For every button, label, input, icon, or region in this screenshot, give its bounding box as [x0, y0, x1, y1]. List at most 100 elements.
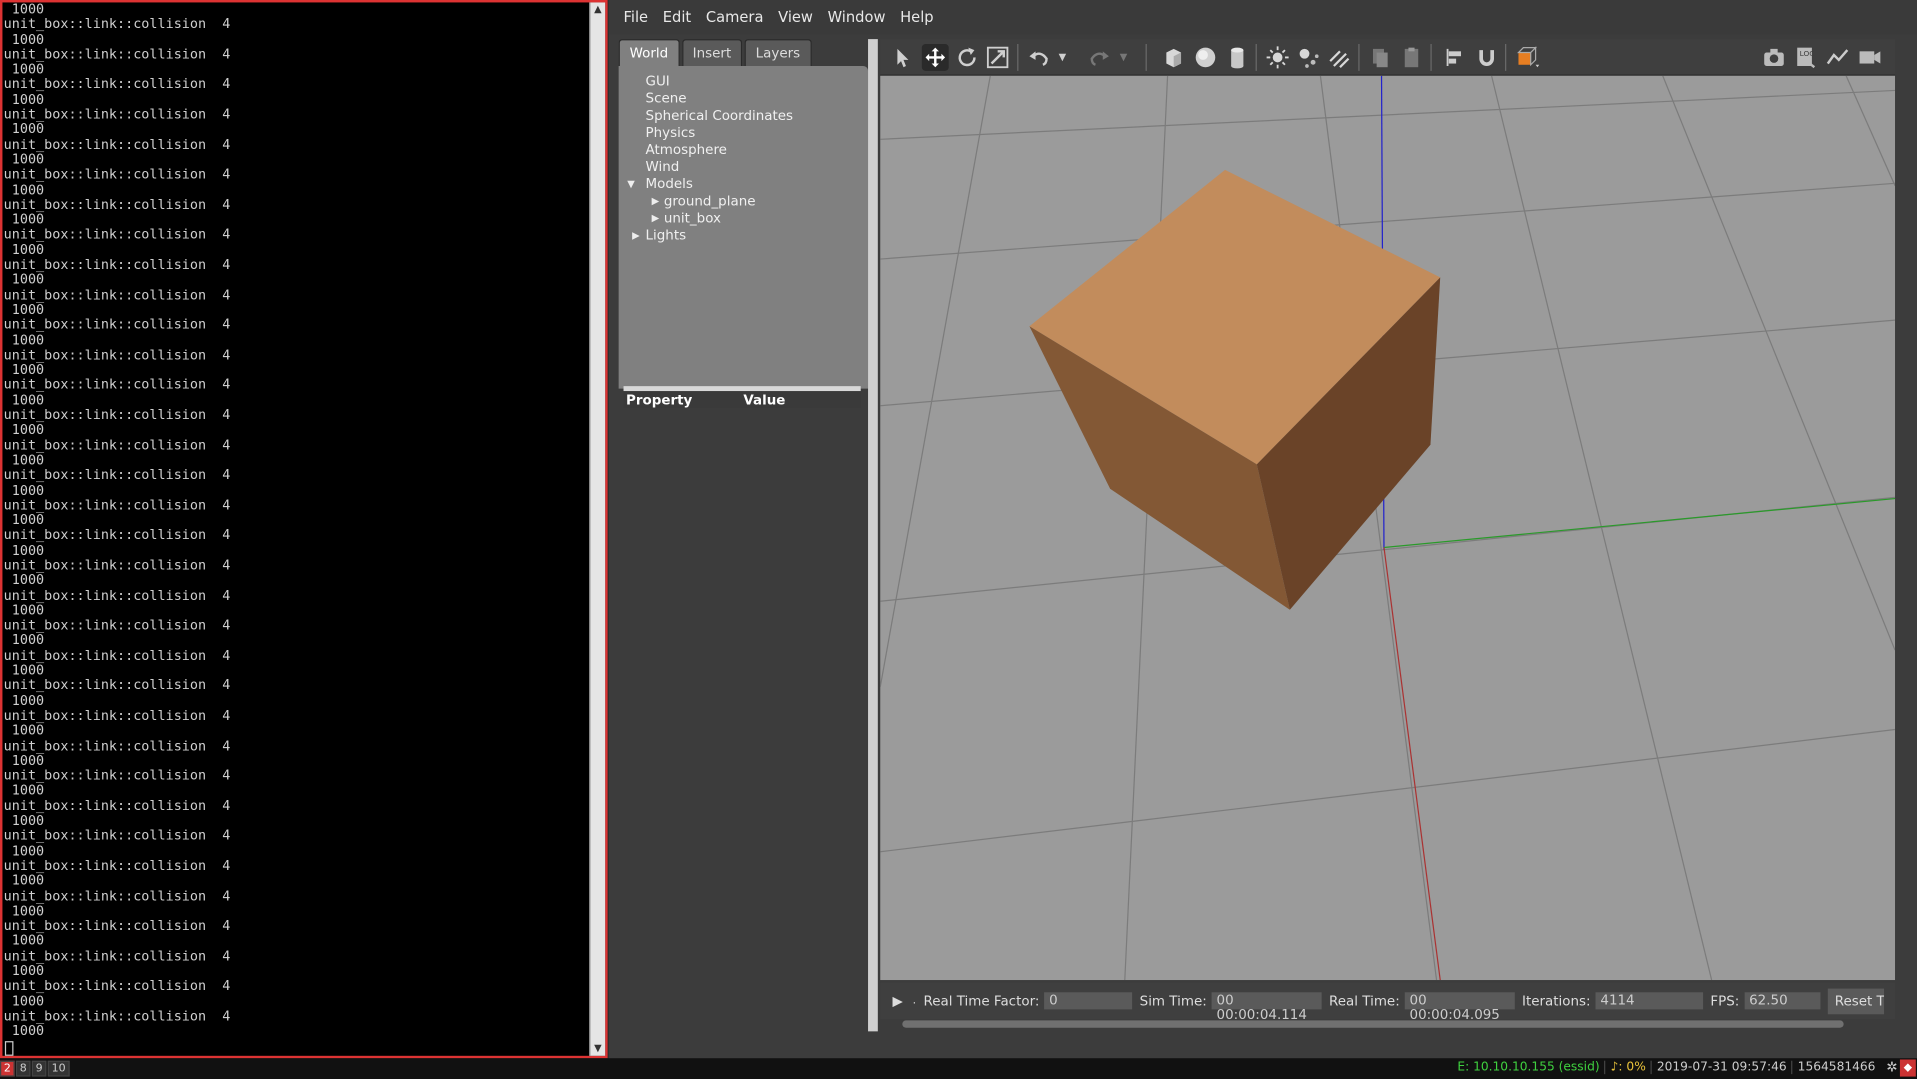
rtf-value: 0	[1044, 992, 1133, 1010]
horizontal-scrollbar[interactable]	[902, 1020, 1844, 1028]
record-icon[interactable]	[1856, 44, 1883, 71]
real-time-value: 00 00:00:04.095	[1404, 992, 1515, 1022]
tree-item-ground-plane[interactable]: ground_plane	[664, 193, 756, 209]
scroll-down-icon[interactable]: ▼	[591, 1041, 606, 1056]
redo-dropdown-icon[interactable]: ▼	[1116, 44, 1131, 71]
panel-splitter[interactable]	[623, 386, 861, 392]
tree-item-spherical[interactable]: Spherical Coordinates	[646, 108, 794, 124]
align-icon[interactable]	[1441, 44, 1468, 71]
tree-item-physics[interactable]: Physics	[646, 125, 696, 141]
terminal-line: 1000	[3, 452, 45, 468]
terminal-line: 1000	[3, 211, 45, 228]
terminal-line: unit_box::link::collision 4	[3, 917, 231, 934]
terminal-line: 1000	[3, 602, 45, 619]
tree-item-unit-box[interactable]: unit_box	[664, 210, 721, 226]
tree-item-models[interactable]: Models	[646, 176, 693, 192]
settings-icon[interactable]: ✲	[1886, 1059, 1897, 1075]
terminal-line: unit_box::link::collision 4	[3, 737, 231, 754]
3d-viewport[interactable]	[880, 75, 1896, 981]
copy-icon[interactable]	[1367, 44, 1394, 71]
expand-down-icon[interactable]: ▼	[627, 178, 635, 189]
directional-light-icon[interactable]	[1325, 44, 1352, 71]
translate-icon[interactable]	[921, 43, 949, 71]
sphere-icon[interactable]	[1192, 44, 1219, 71]
terminal-line: 1000	[3, 1023, 45, 1039]
terminal-scrollbar[interactable]: ▲ ▼	[589, 2, 606, 1056]
box-icon[interactable]	[1160, 44, 1187, 71]
toolbar: ▼ ▼ LOG	[880, 39, 1896, 76]
view-angle-icon[interactable]	[1514, 44, 1541, 71]
tree-item-wind[interactable]: Wind	[646, 159, 680, 175]
terminal-line: 1000	[3, 782, 45, 799]
redo-icon[interactable]	[1086, 44, 1113, 71]
terminal-line: 1000	[3, 361, 45, 378]
play-icon[interactable]: ▶	[892, 993, 902, 1009]
menu-camera[interactable]: Camera	[699, 9, 771, 26]
terminal-line: 1000	[3, 391, 45, 408]
tree-item-atmosphere[interactable]: Atmosphere	[646, 142, 727, 158]
screenshot-icon[interactable]	[1761, 44, 1788, 71]
terminal-line: unit_box::link::collision 4	[3, 76, 231, 93]
point-light-icon[interactable]	[1264, 44, 1291, 71]
terminal-line: 1000	[3, 632, 45, 649]
terminal-line: 1000	[3, 2, 45, 18]
toolbar-separator	[1505, 43, 1507, 71]
spot-light-icon[interactable]	[1295, 44, 1322, 71]
cylinder-icon[interactable]	[1224, 44, 1251, 71]
terminal-line: unit_box::link::collision 4	[3, 647, 231, 664]
sim-time-value: 00 00:00:04.114	[1211, 992, 1322, 1022]
undo-dropdown-icon[interactable]: ▼	[1055, 44, 1070, 71]
select-icon[interactable]	[890, 44, 917, 71]
terminal-line: unit_box::link::collision 4	[3, 527, 231, 544]
terminal-line: 1000	[3, 992, 45, 1009]
tree-item-lights[interactable]: Lights	[646, 227, 687, 243]
menu-edit[interactable]: Edit	[655, 9, 698, 26]
paste-icon[interactable]	[1399, 44, 1426, 71]
scale-icon[interactable]	[984, 44, 1011, 71]
expand-right-icon[interactable]: ▶	[632, 230, 640, 241]
menu-window[interactable]: Window	[820, 9, 893, 26]
expand-right-icon[interactable]: ▶	[652, 213, 660, 224]
workspace-10[interactable]: 10	[47, 1060, 70, 1077]
terminal-line: 1000	[3, 181, 45, 198]
tab-insert[interactable]: Insert	[681, 39, 743, 66]
rotate-icon[interactable]	[954, 44, 981, 71]
terminal-line: 1000	[3, 271, 45, 288]
terminal-line: 1000	[3, 151, 45, 168]
workspace-2[interactable]: 2	[0, 1060, 15, 1077]
reset-time-button[interactable]: Reset T	[1827, 987, 1884, 1014]
terminal-line: unit_box::link::collision 4	[3, 136, 231, 153]
snap-icon[interactable]	[1473, 44, 1500, 71]
scroll-up-icon[interactable]: ▲	[591, 2, 606, 17]
terminal-line: unit_box::link::collision 4	[3, 166, 231, 183]
epoch-status: 1564581466	[1791, 1060, 1881, 1075]
gazebo-window: File Edit Camera View Window Help World …	[608, 0, 1917, 1059]
workspace-8[interactable]: 8	[15, 1060, 31, 1077]
menu-view[interactable]: View	[771, 9, 820, 26]
menu-file[interactable]: File	[616, 9, 655, 26]
plot-icon[interactable]	[1824, 44, 1851, 71]
real-time-label: Real Time:	[1329, 992, 1400, 1009]
toolbar-separator	[1255, 43, 1257, 71]
terminal-line: unit_box::link::collision 4	[3, 346, 231, 363]
terminal-line: unit_box::link::collision 4	[3, 196, 231, 213]
terminal-line: 1000	[3, 902, 45, 919]
world-tree: GUI Scene Spherical Coordinates Physics …	[618, 65, 869, 389]
desktop: 1000 unit_box::link::collision 4 1000 unit…	[0, 0, 1917, 1079]
tab-layers[interactable]: Layers	[744, 39, 812, 66]
expand-right-icon[interactable]: ▶	[652, 196, 660, 207]
left-panel-splitter[interactable]	[868, 39, 878, 1032]
undo-icon[interactable]	[1026, 44, 1053, 71]
terminal-window[interactable]: 1000 unit_box::link::collision 4 1000 unit…	[0, 0, 608, 1059]
step-icon[interactable]: .	[913, 995, 917, 1007]
terminal-line: unit_box::link::collision 4	[3, 286, 231, 303]
tree-item-gui[interactable]: GUI	[646, 73, 670, 89]
workspace-9[interactable]: 9	[31, 1060, 47, 1077]
terminal-line: 1000	[3, 482, 45, 498]
menu-help[interactable]: Help	[893, 9, 941, 26]
tray-icon[interactable]: ◆	[1899, 1059, 1916, 1077]
tree-item-scene[interactable]: Scene	[646, 90, 687, 106]
log-icon[interactable]: LOG	[1792, 44, 1819, 71]
tab-world[interactable]: World	[618, 39, 680, 66]
iterations-value: 4114	[1595, 992, 1704, 1010]
